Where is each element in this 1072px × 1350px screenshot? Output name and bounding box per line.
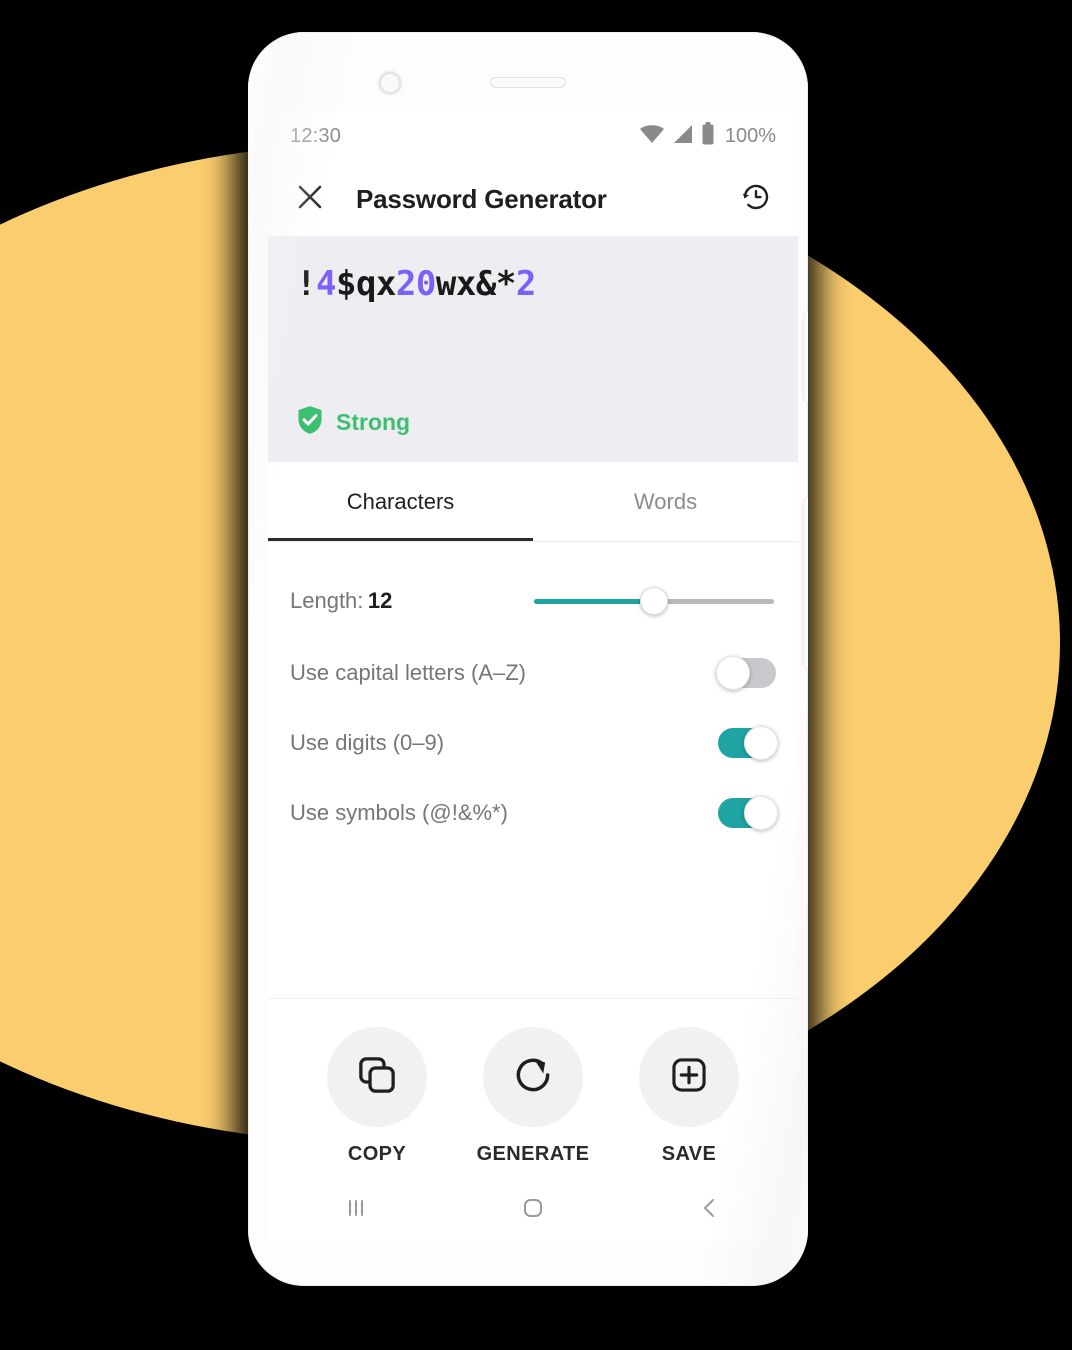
status-bar: 12:30 100% xyxy=(268,110,798,162)
slider-thumb[interactable] xyxy=(640,587,668,615)
home-icon xyxy=(520,1195,546,1226)
copy-button[interactable]: COPY xyxy=(325,1027,429,1166)
length-label-group: Length: 12 xyxy=(290,588,392,614)
generate-button-label: GENERATE xyxy=(476,1143,590,1165)
nav-back-button[interactable] xyxy=(675,1186,745,1234)
length-row: Length: 12 xyxy=(290,564,776,638)
battery-percent-label: 100% xyxy=(724,124,776,147)
phone-device: 12:30 100% Password Generator !4$qx20wx&… xyxy=(248,32,808,1286)
password-char: 4 xyxy=(315,264,336,304)
power-button[interactable] xyxy=(803,312,808,402)
action-bar: COPY GENERATE SAVE xyxy=(268,999,798,1166)
generated-password-text[interactable]: !4$qx20wx&*2 xyxy=(296,264,770,304)
front-camera-icon xyxy=(379,72,401,94)
toggle-knob xyxy=(744,796,778,830)
page-title: Password Generator xyxy=(356,183,607,214)
length-value: 12 xyxy=(367,588,393,613)
length-slider[interactable] xyxy=(534,587,774,615)
wifi-icon xyxy=(639,124,665,149)
history-button[interactable] xyxy=(736,179,776,219)
page-stage: 12:30 100% Password Generator !4$qx20wx&… xyxy=(0,0,1072,1350)
tab-characters[interactable]: Characters xyxy=(268,462,533,541)
slider-fill xyxy=(534,599,654,604)
strength-label: Strong xyxy=(336,409,411,435)
back-icon xyxy=(697,1195,723,1226)
options-list: Length: 12 Use capital letters (A–Z) Use… xyxy=(268,564,798,848)
option-label-digits: Use digits (0–9) xyxy=(290,730,445,755)
toggle-symbols[interactable] xyxy=(718,796,778,830)
copy-button-circle xyxy=(327,1027,427,1127)
copy-icon xyxy=(355,1053,399,1102)
option-row-capital-letters: Use capital letters (A–Z) xyxy=(290,638,776,708)
password-char: 2 xyxy=(515,264,536,304)
password-char: w xyxy=(435,264,456,304)
toggle-knob xyxy=(716,656,750,690)
battery-full-icon xyxy=(701,122,715,150)
close-button[interactable] xyxy=(290,179,330,219)
earpiece-speaker xyxy=(490,77,566,88)
tab-words-label: Words xyxy=(633,488,698,514)
toggle-digits[interactable] xyxy=(718,726,778,760)
password-char: q xyxy=(355,264,376,304)
status-bar-clock: 12:30 xyxy=(290,124,342,147)
add-box-icon xyxy=(668,1054,710,1101)
option-row-symbols: Use symbols (@!&%*) xyxy=(290,778,778,848)
shield-check-icon xyxy=(296,405,324,440)
tab-characters-label: Characters xyxy=(346,488,455,514)
toggle-capital-letters[interactable] xyxy=(716,656,776,690)
password-display-panel: !4$qx20wx&*2 Strong xyxy=(268,236,798,462)
nav-home-button[interactable] xyxy=(498,1186,568,1234)
refresh-icon xyxy=(511,1053,555,1102)
mode-tabs: Characters Words xyxy=(268,462,798,542)
copy-button-label: COPY xyxy=(347,1143,407,1165)
save-button-label: SAVE xyxy=(661,1143,717,1165)
generate-button-circle xyxy=(483,1027,583,1127)
generate-button[interactable]: GENERATE xyxy=(477,1027,589,1166)
cellular-signal-icon xyxy=(672,124,694,149)
password-char: 0 xyxy=(415,264,436,304)
toggle-knob xyxy=(744,726,778,760)
volume-button[interactable] xyxy=(803,498,808,668)
history-icon xyxy=(741,182,771,217)
length-label: Length: xyxy=(290,588,364,613)
android-nav-bar xyxy=(268,1178,798,1242)
password-char: ! xyxy=(296,264,316,304)
option-label-symbols: Use symbols (@!&%*) xyxy=(290,800,508,825)
nav-recents-button[interactable] xyxy=(321,1186,391,1234)
recents-icon xyxy=(343,1195,369,1226)
password-char: 2 xyxy=(395,264,416,304)
option-label-capital-letters: Use capital letters (A–Z) xyxy=(290,660,526,685)
password-char: & xyxy=(475,264,496,304)
phone-screen: 12:30 100% Password Generator !4$qx20wx&… xyxy=(268,110,798,1242)
save-button-circle xyxy=(639,1027,739,1127)
status-bar-icons: 100% xyxy=(639,122,776,150)
save-button[interactable]: SAVE xyxy=(637,1027,741,1166)
password-char: x xyxy=(375,264,396,304)
tab-words[interactable]: Words xyxy=(533,462,798,541)
password-char: $ xyxy=(335,264,356,304)
app-bar: Password Generator xyxy=(268,162,798,236)
password-strength-indicator: Strong xyxy=(296,405,410,440)
password-char: * xyxy=(495,264,516,304)
close-icon xyxy=(296,183,324,216)
password-char: x xyxy=(455,264,476,304)
option-row-digits: Use digits (0–9) xyxy=(290,708,778,778)
